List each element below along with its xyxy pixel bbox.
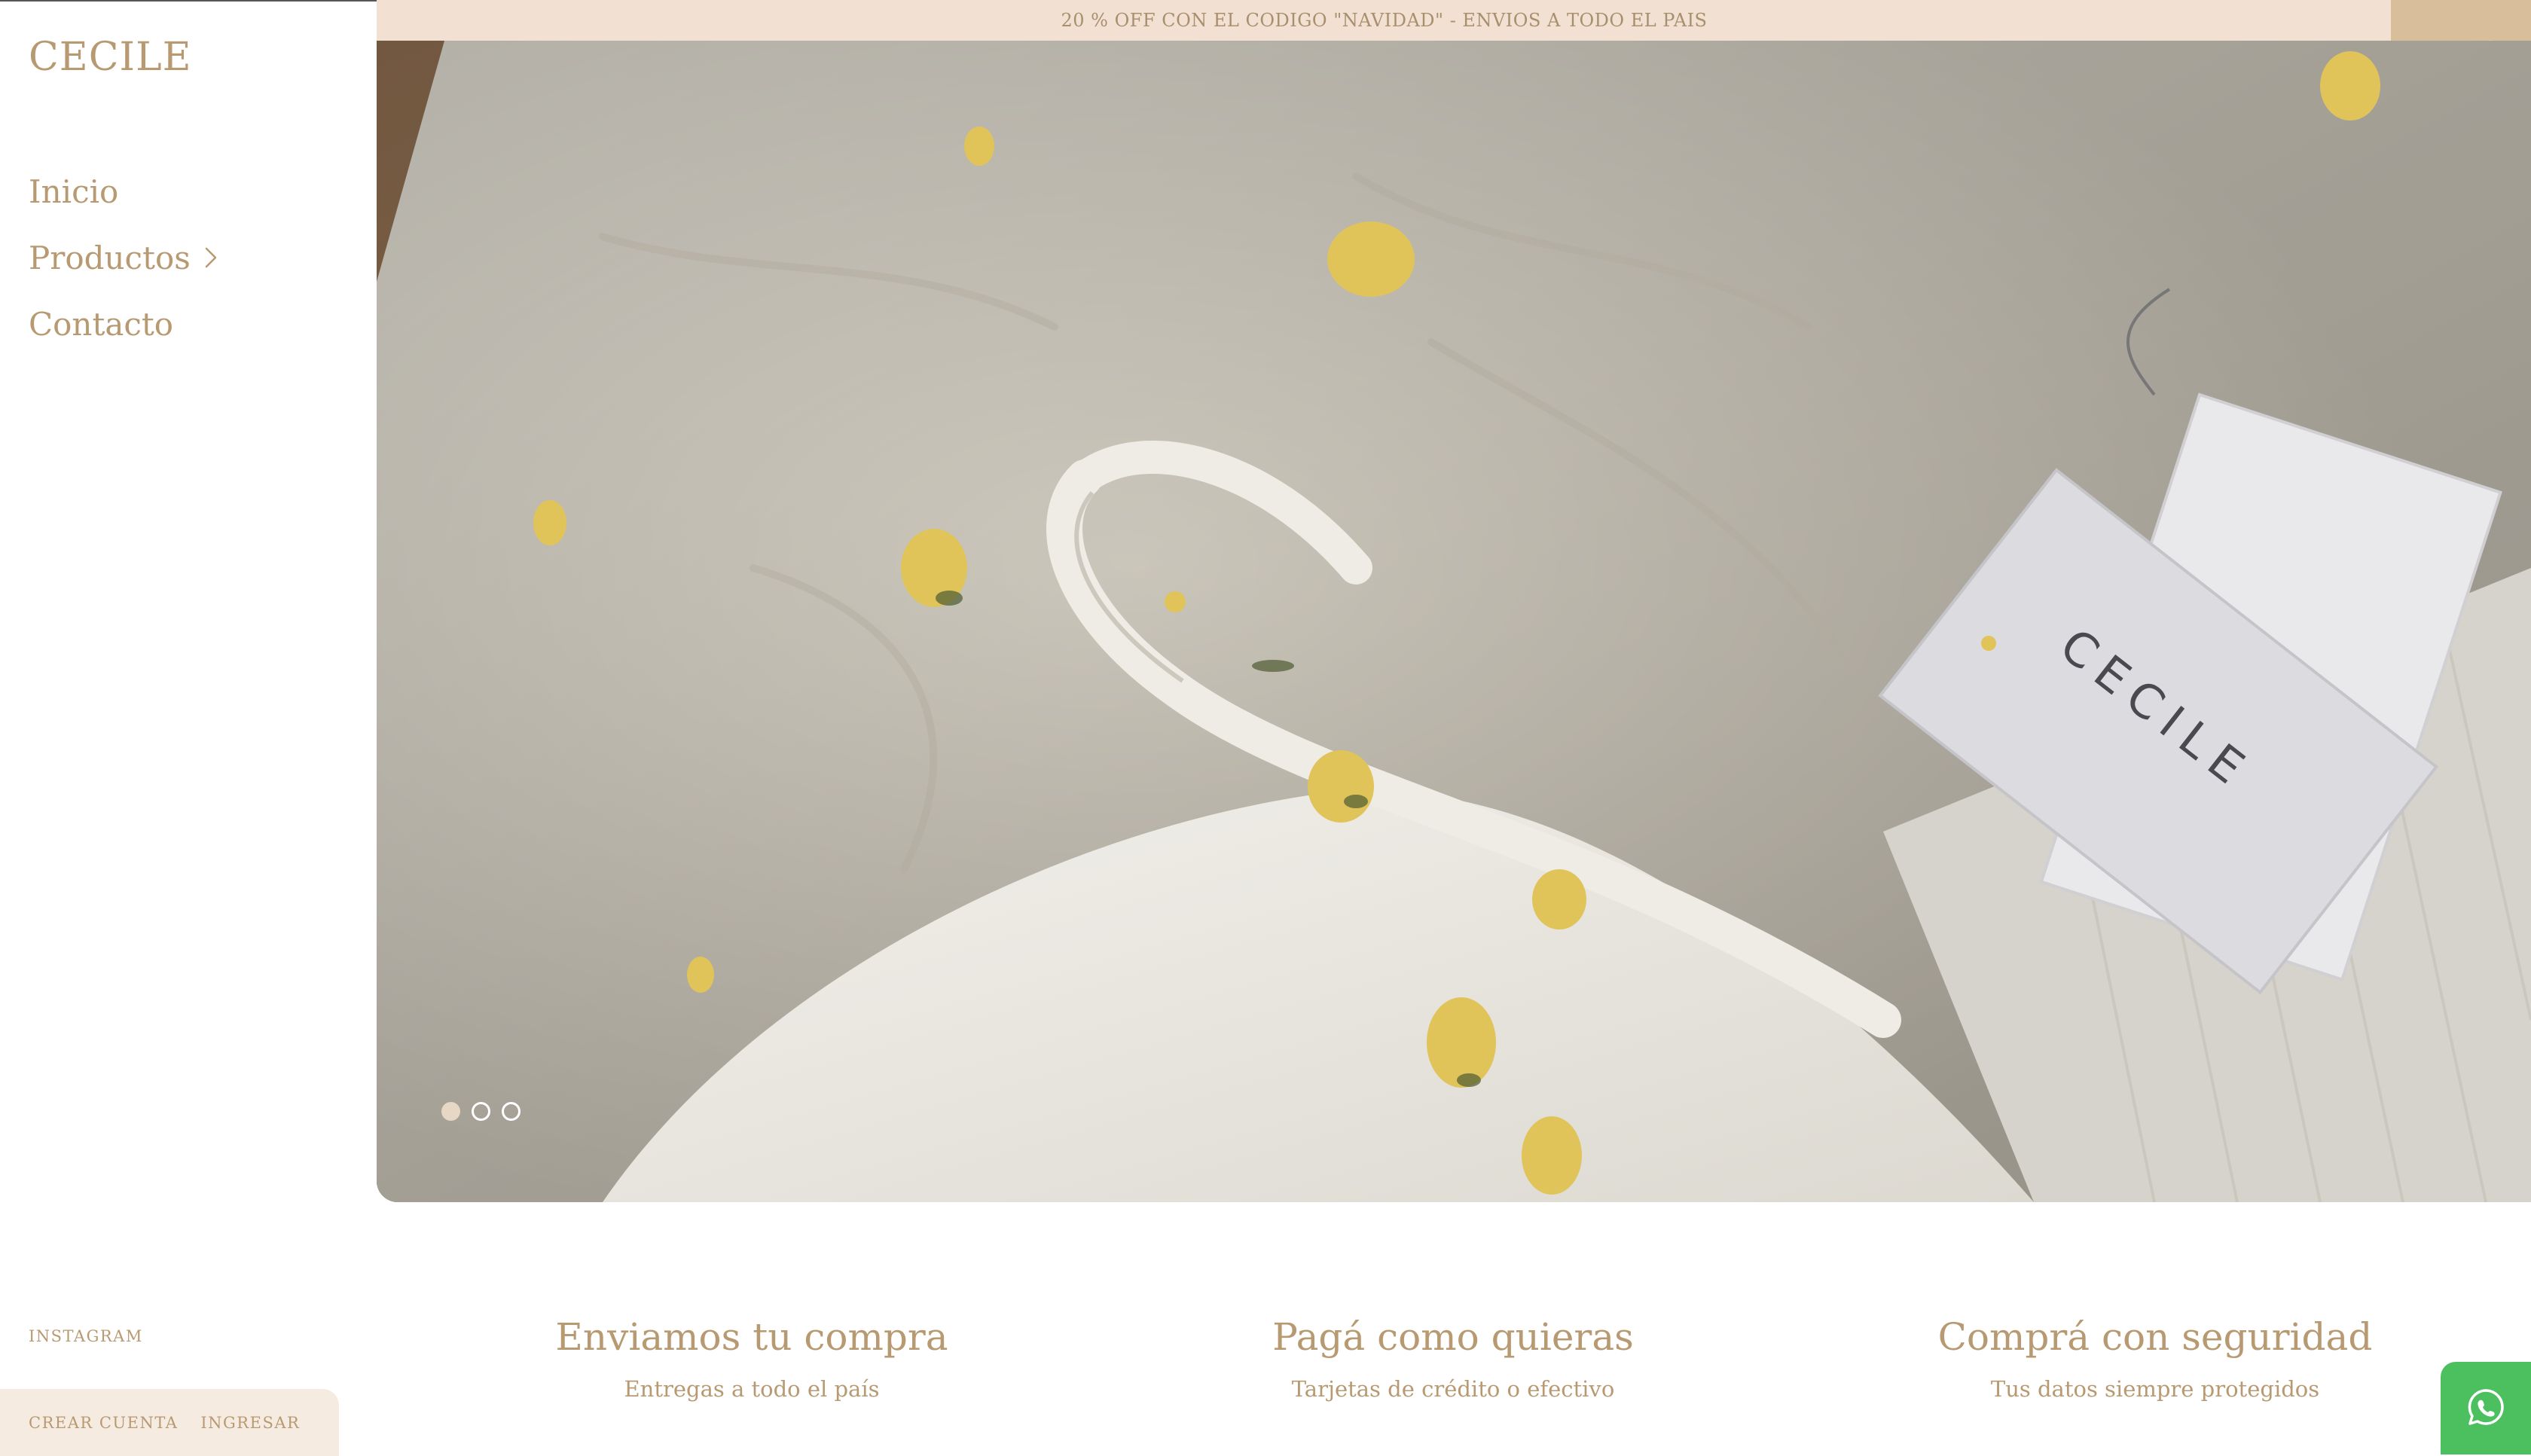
feature-subtitle: Entregas a todo el país <box>624 1376 880 1402</box>
announcement-bar: 20 % OFF CON EL CODIGO "NAVIDAD" - ENVIO… <box>377 0 2392 41</box>
feature-security: Comprá con seguridad Tus datos siempre p… <box>1816 1314 2494 1402</box>
announcement-text: 20 % OFF CON EL CODIGO "NAVIDAD" - ENVIO… <box>1061 10 1708 31</box>
whatsapp-button[interactable] <box>2441 1362 2531 1454</box>
feature-payment: Pagá como quieras Tarjetas de crédito o … <box>1114 1314 1792 1402</box>
nav-item-label: Contacto <box>29 305 174 343</box>
hero-slider[interactable]: CECILE CECILE <box>377 41 2531 1202</box>
feature-shipping: Enviamos tu compra Entregas a todo el pa… <box>413 1314 1091 1402</box>
feature-title: Enviamos tu compra <box>555 1315 948 1359</box>
feature-subtitle: Tus datos siempre protegidos <box>1990 1376 2320 1402</box>
nav-item-label: Inicio <box>29 172 119 210</box>
feature-title: Comprá con seguridad <box>1937 1315 2373 1359</box>
create-account-link[interactable]: CREAR CUENTA <box>29 1414 178 1432</box>
slider-dot-3[interactable] <box>502 1102 521 1121</box>
nav-item-contacto[interactable]: Contacto <box>29 291 218 357</box>
slider-dot-2[interactable] <box>472 1102 490 1121</box>
login-link[interactable]: INGRESAR <box>200 1414 300 1432</box>
feature-title: Pagá como quieras <box>1272 1315 1634 1359</box>
nav-item-label: Productos <box>29 239 191 276</box>
nav-item-productos[interactable]: Productos <box>29 224 218 291</box>
store-logo[interactable]: CECILE <box>29 35 192 80</box>
nav-item-inicio[interactable]: Inicio <box>29 158 218 224</box>
hero-image: CECILE CECILE <box>377 41 2531 1202</box>
instagram-link[interactable]: INSTAGRAM <box>29 1327 143 1345</box>
main-nav: Inicio Productos Contacto <box>29 158 218 357</box>
chevron-right-icon <box>204 246 218 269</box>
slider-dots <box>441 1102 521 1121</box>
account-bar: CREAR CUENTA INGRESAR <box>0 1389 339 1456</box>
whatsapp-icon <box>2465 1386 2507 1431</box>
feature-subtitle: Tarjetas de crédito o efectivo <box>1291 1376 1615 1402</box>
sidebar: CECILE Inicio Productos Contacto INSTAGR… <box>0 0 377 1456</box>
slider-dot-1[interactable] <box>441 1102 460 1121</box>
